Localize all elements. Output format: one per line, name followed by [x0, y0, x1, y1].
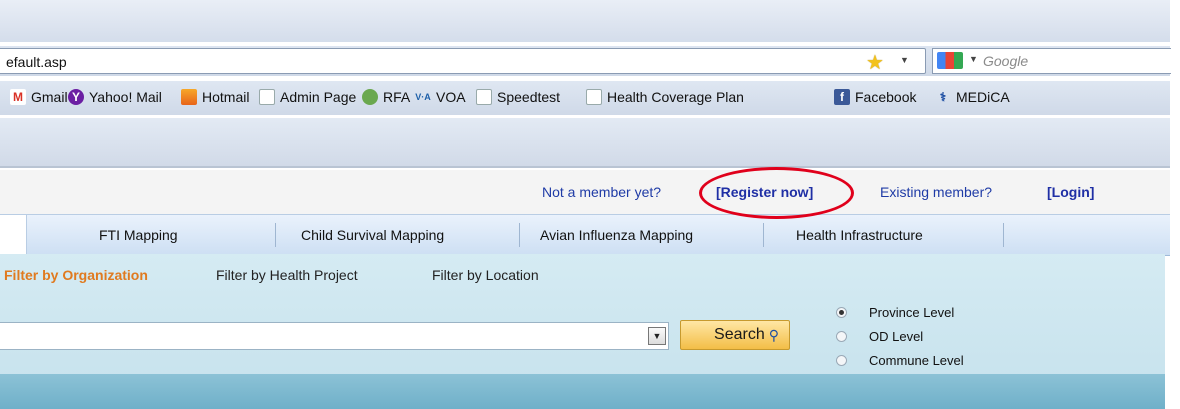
tab-divider	[275, 223, 276, 247]
login-link[interactable]: [Login]	[1047, 184, 1094, 200]
filter-by-organization-tab[interactable]: Filter by Organization	[4, 267, 148, 283]
bookmark-hotmail[interactable]: Hotmail	[181, 89, 249, 105]
search-input[interactable]: ▼ Google	[932, 48, 1171, 74]
bookmark-label: Speedtest	[497, 89, 561, 105]
bookmarks-toolbar: M Gmail Y Yahoo! Mail Hotmail Admin Page…	[0, 81, 1170, 115]
page-icon	[476, 89, 492, 105]
bookmark-admin-page[interactable]: Admin Page	[259, 89, 356, 105]
bookmark-label: VOA	[436, 89, 466, 105]
bookmark-rfa[interactable]: RFA	[362, 89, 410, 105]
filter-by-health-project-tab[interactable]: Filter by Health Project	[216, 267, 358, 283]
bookmark-label: Health Coverage Plan	[607, 89, 744, 105]
bookmark-yahoo-mail[interactable]: Y Yahoo! Mail	[68, 89, 162, 105]
radio-commune-level[interactable]: Commune Level	[836, 353, 964, 368]
radio-label: OD Level	[869, 329, 924, 344]
tab-avian-influenza-mapping[interactable]: Avian Influenza Mapping	[540, 227, 693, 243]
chevron-down-icon[interactable]: ▼	[648, 327, 666, 345]
main-nav: FTI Mapping Child Survival Mapping Avian…	[0, 214, 1170, 256]
bookmark-label: Admin Page	[280, 89, 357, 105]
gmail-icon: M	[10, 89, 26, 105]
tab-health-infrastructure[interactable]: Health Infrastructure	[796, 227, 923, 243]
bookmark-star-icon[interactable]: ★	[866, 50, 884, 75]
search-icon: ⚲	[768, 326, 779, 343]
tab-fti-mapping[interactable]: FTI Mapping	[99, 227, 178, 243]
bookmark-health-coverage-plan[interactable]: Health Coverage Plan	[586, 89, 744, 105]
tab-divider	[519, 223, 520, 247]
bookmark-voa[interactable]: V·A VOA	[415, 89, 466, 105]
hotmail-icon	[181, 89, 197, 105]
organization-select[interactable]: ▼	[0, 322, 669, 350]
facebook-icon: f	[834, 89, 850, 105]
google-icon[interactable]	[937, 52, 963, 69]
bookmark-label: Hotmail	[202, 89, 250, 105]
medica-icon: ⚕	[939, 90, 947, 104]
bookmark-medica[interactable]: ⚕ MEDiCA	[935, 89, 1010, 105]
radio-label: Province Level	[869, 305, 955, 320]
radio-province-level[interactable]: Province Level	[836, 305, 954, 320]
address-text: efault.asp	[6, 54, 67, 70]
rfa-icon	[362, 89, 378, 105]
tab-divider	[763, 223, 764, 247]
tab-home[interactable]	[0, 215, 27, 255]
bookmark-label: Yahoo! Mail	[89, 89, 162, 105]
bookmark-label: Gmail	[31, 89, 68, 105]
page-icon	[259, 89, 275, 105]
bookmark-label: MEDiCA	[956, 89, 1010, 105]
chevron-down-icon[interactable]: ▼	[900, 55, 909, 65]
search-button-label: Search	[714, 326, 765, 343]
member-bar: Not a member yet? [Register now] Existin…	[0, 170, 1170, 215]
bookmark-speedtest[interactable]: Speedtest	[476, 89, 560, 105]
annotation-circle	[699, 167, 854, 219]
yahoo-icon: Y	[68, 89, 84, 105]
existing-member-text: Existing member?	[880, 184, 993, 200]
radio-label: Commune Level	[869, 353, 964, 368]
panel-footer	[0, 374, 1165, 409]
not-member-text: Not a member yet?	[542, 184, 662, 200]
address-input[interactable]: efault.asp ★ ▼	[0, 48, 926, 74]
bookmark-label: Facebook	[855, 89, 917, 105]
bookmark-label: RFA	[383, 89, 411, 105]
radio-button[interactable]	[836, 355, 847, 366]
radio-button[interactable]	[836, 331, 847, 342]
bookmark-gmail[interactable]: M Gmail	[10, 89, 68, 105]
radio-button[interactable]	[836, 307, 847, 318]
browser-title-area	[0, 0, 1170, 42]
address-bar-row: efault.asp ★ ▼ ▼ Google	[0, 46, 1171, 76]
bookmark-facebook[interactable]: f Facebook	[834, 89, 916, 105]
search-placeholder: Google	[983, 53, 1029, 69]
voa-icon: V·A	[415, 92, 431, 102]
filter-by-location-tab[interactable]: Filter by Location	[432, 267, 539, 283]
radio-od-level[interactable]: OD Level	[836, 329, 923, 344]
toolbar-spacer	[0, 118, 1170, 168]
search-button[interactable]: Search ⚲	[680, 320, 790, 350]
tab-child-survival-mapping[interactable]: Child Survival Mapping	[301, 227, 444, 243]
chevron-down-icon[interactable]: ▼	[969, 54, 978, 64]
tab-divider	[1003, 223, 1004, 247]
page-icon	[586, 89, 602, 105]
